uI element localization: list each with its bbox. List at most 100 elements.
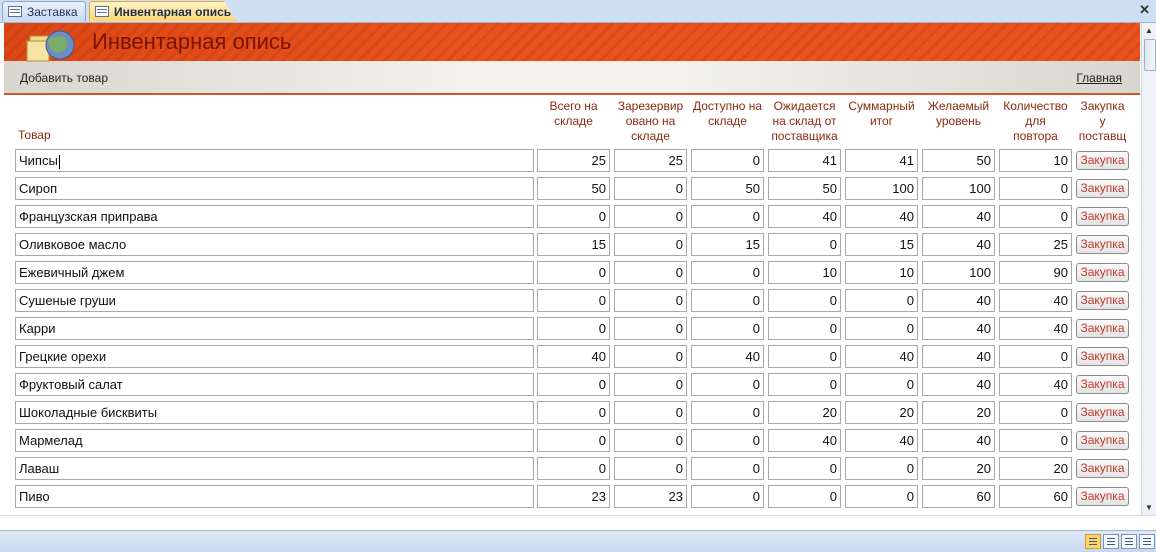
reserved-field[interactable]: 0 (614, 373, 687, 396)
reorder-qty-field[interactable]: 60 (999, 485, 1072, 508)
sum-total-field[interactable]: 100 (845, 177, 918, 200)
total-on-hand-field[interactable]: 23 (537, 485, 610, 508)
product-name-field[interactable]: Лаваш (15, 457, 534, 480)
reorder-qty-field[interactable]: 40 (999, 373, 1072, 396)
reserved-field[interactable]: 0 (614, 401, 687, 424)
expected-field[interactable]: 50 (768, 177, 841, 200)
sum-total-field[interactable]: 15 (845, 233, 918, 256)
purchase-button[interactable]: Закупка (1076, 319, 1129, 338)
product-name-field[interactable]: Пиво (15, 485, 534, 508)
expected-field[interactable]: 0 (768, 233, 841, 256)
product-name-field[interactable]: Грецкие орехи (15, 345, 534, 368)
reserved-field[interactable]: 0 (614, 429, 687, 452)
available-field[interactable]: 0 (691, 289, 764, 312)
product-name-field[interactable]: Мармелад (15, 429, 534, 452)
reorder-qty-field[interactable]: 0 (999, 429, 1072, 452)
total-on-hand-field[interactable]: 0 (537, 317, 610, 340)
scroll-thumb[interactable] (1144, 39, 1156, 71)
purchase-button[interactable]: Закупка (1076, 431, 1129, 450)
purchase-button[interactable]: Закупка (1076, 459, 1129, 478)
reserved-field[interactable]: 25 (614, 149, 687, 172)
sum-total-field[interactable]: 40 (845, 429, 918, 452)
reserved-field[interactable]: 0 (614, 317, 687, 340)
expected-field[interactable]: 20 (768, 401, 841, 424)
product-name-field[interactable]: Ежевичный джем (15, 261, 534, 284)
sum-total-field[interactable]: 20 (845, 401, 918, 424)
available-field[interactable]: 0 (691, 373, 764, 396)
desired-level-field[interactable]: 20 (922, 401, 995, 424)
design-view-icon[interactable] (1139, 534, 1155, 549)
sum-total-field[interactable]: 10 (845, 261, 918, 284)
sum-total-field[interactable]: 40 (845, 345, 918, 368)
reserved-field[interactable]: 0 (614, 289, 687, 312)
total-on-hand-field[interactable]: 0 (537, 261, 610, 284)
home-link[interactable]: Главная (1076, 71, 1122, 85)
reorder-qty-field[interactable]: 0 (999, 177, 1072, 200)
sum-total-field[interactable]: 40 (845, 205, 918, 228)
purchase-button[interactable]: Закупка (1076, 375, 1129, 394)
total-on-hand-field[interactable]: 40 (537, 345, 610, 368)
purchase-button[interactable]: Закупка (1076, 179, 1129, 198)
scroll-up-icon[interactable]: ▲ (1145, 26, 1153, 35)
expected-field[interactable]: 0 (768, 373, 841, 396)
reorder-qty-field[interactable]: 40 (999, 317, 1072, 340)
purchase-button[interactable]: Закупка (1076, 263, 1129, 282)
product-name-field[interactable]: Фруктовый салат (15, 373, 534, 396)
purchase-button[interactable]: Закупка (1076, 207, 1129, 226)
sum-total-field[interactable]: 41 (845, 149, 918, 172)
expected-field[interactable]: 41 (768, 149, 841, 172)
reorder-qty-field[interactable]: 25 (999, 233, 1072, 256)
desired-level-field[interactable]: 40 (922, 429, 995, 452)
desired-level-field[interactable]: 40 (922, 345, 995, 368)
expected-field[interactable]: 0 (768, 457, 841, 480)
desired-level-field[interactable]: 100 (922, 177, 995, 200)
available-field[interactable]: 15 (691, 233, 764, 256)
reserved-field[interactable]: 23 (614, 485, 687, 508)
product-name-field[interactable]: Карри (15, 317, 534, 340)
available-field[interactable]: 0 (691, 261, 764, 284)
expected-field[interactable]: 0 (768, 345, 841, 368)
scroll-down-icon[interactable]: ▼ (1145, 503, 1153, 512)
reserved-field[interactable]: 0 (614, 457, 687, 480)
available-field[interactable]: 50 (691, 177, 764, 200)
add-product-link[interactable]: Добавить товар (20, 71, 108, 85)
expected-field[interactable]: 0 (768, 289, 841, 312)
expected-field[interactable]: 0 (768, 317, 841, 340)
purchase-button[interactable]: Закупка (1076, 151, 1129, 170)
vertical-scrollbar[interactable]: ▲ ▼ (1141, 23, 1156, 515)
sum-total-field[interactable]: 0 (845, 373, 918, 396)
product-name-field[interactable]: Шоколадные бисквиты (15, 401, 534, 424)
expected-field[interactable]: 40 (768, 429, 841, 452)
desired-level-field[interactable]: 40 (922, 205, 995, 228)
sum-total-field[interactable]: 0 (845, 317, 918, 340)
total-on-hand-field[interactable]: 25 (537, 149, 610, 172)
reserved-field[interactable]: 0 (614, 177, 687, 200)
expected-field[interactable]: 0 (768, 485, 841, 508)
reorder-qty-field[interactable]: 90 (999, 261, 1072, 284)
reserved-field[interactable]: 0 (614, 233, 687, 256)
total-on-hand-field[interactable]: 50 (537, 177, 610, 200)
total-on-hand-field[interactable]: 15 (537, 233, 610, 256)
available-field[interactable]: 0 (691, 317, 764, 340)
purchase-button[interactable]: Закупка (1076, 403, 1129, 422)
desired-level-field[interactable]: 40 (922, 373, 995, 396)
available-field[interactable]: 0 (691, 401, 764, 424)
purchase-button[interactable]: Закупка (1076, 291, 1129, 310)
desired-level-field[interactable]: 100 (922, 261, 995, 284)
total-on-hand-field[interactable]: 0 (537, 429, 610, 452)
reorder-qty-field[interactable]: 10 (999, 149, 1072, 172)
available-field[interactable]: 0 (691, 149, 764, 172)
form-view-icon[interactable] (1085, 534, 1101, 549)
purchase-button[interactable]: Закупка (1076, 487, 1129, 506)
available-field[interactable]: 0 (691, 205, 764, 228)
desired-level-field[interactable]: 60 (922, 485, 995, 508)
desired-level-field[interactable]: 40 (922, 317, 995, 340)
expected-field[interactable]: 10 (768, 261, 841, 284)
layout-view-icon[interactable] (1121, 534, 1137, 549)
reorder-qty-field[interactable]: 0 (999, 345, 1072, 368)
reorder-qty-field[interactable]: 0 (999, 205, 1072, 228)
product-name-field[interactable]: Сушеные груши (15, 289, 534, 312)
total-on-hand-field[interactable]: 0 (537, 373, 610, 396)
total-on-hand-field[interactable]: 0 (537, 205, 610, 228)
product-name-field[interactable]: Чипсы (15, 149, 534, 172)
